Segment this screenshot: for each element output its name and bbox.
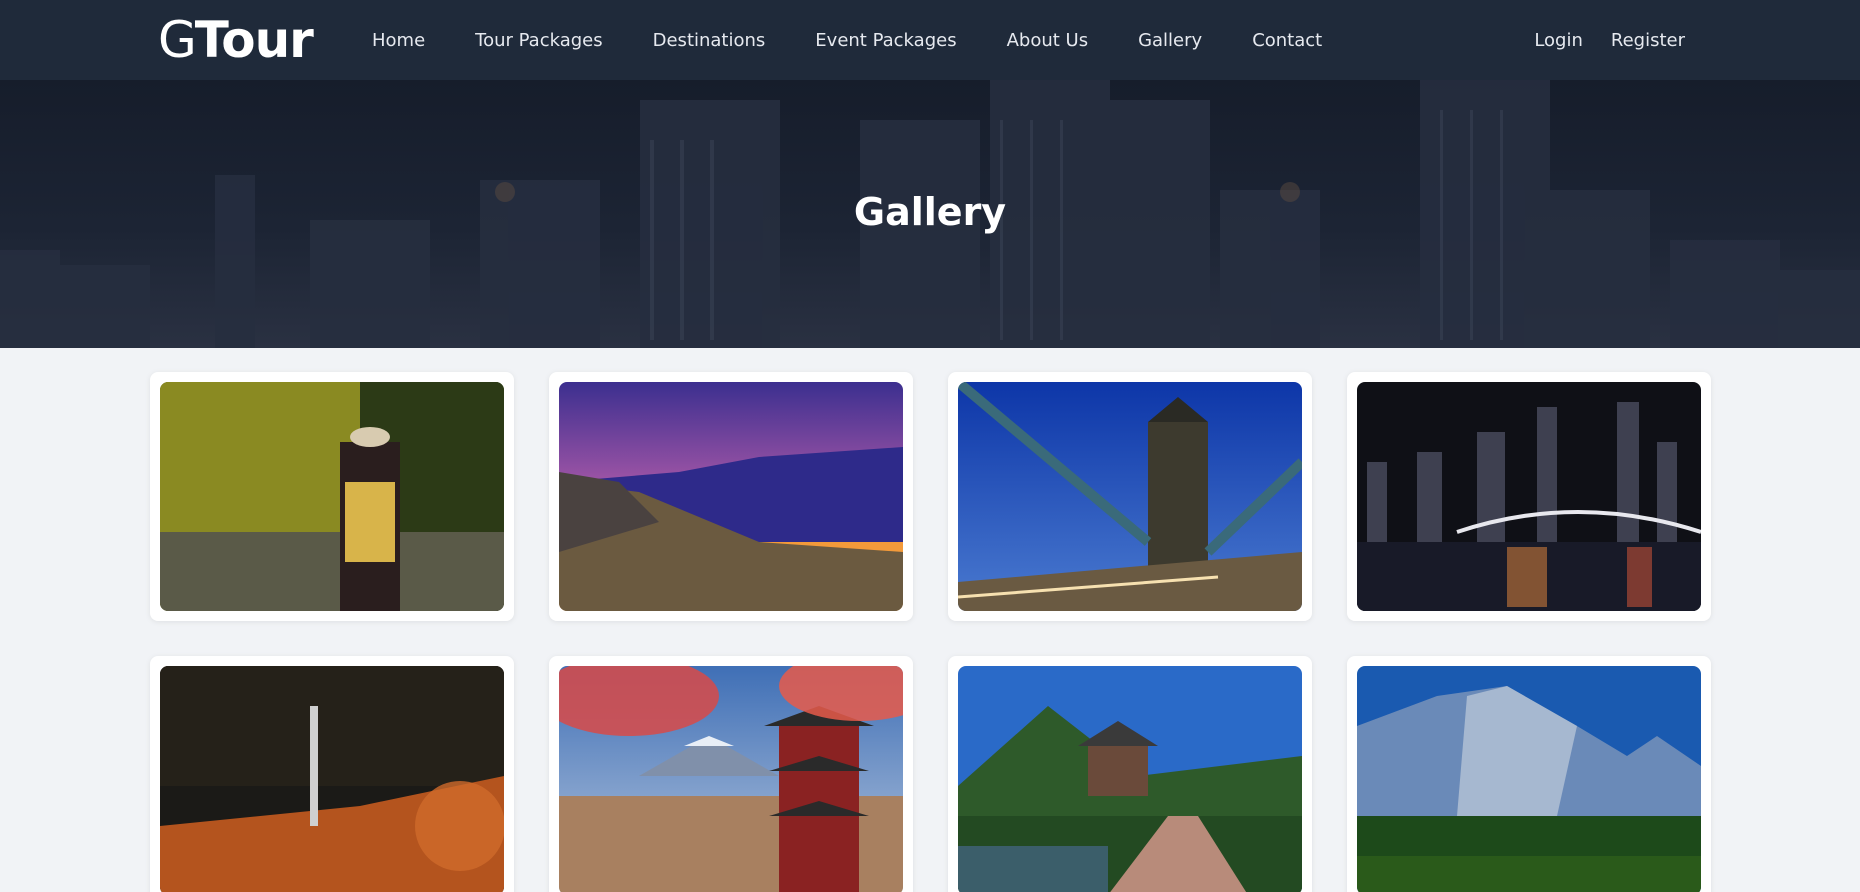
nav-item-home: Home (372, 30, 425, 51)
auth-links: Login Register (1506, 0, 1685, 80)
nav-item-tour-packages: Tour Packages (475, 30, 602, 51)
brand-logo[interactable]: G Tour (158, 10, 314, 70)
tower-bridge-photo (958, 382, 1302, 611)
mountain-sunset-photo (559, 382, 903, 611)
nav-link-event-packages[interactable]: Event Packages (815, 30, 956, 51)
gallery-card[interactable] (150, 372, 514, 621)
page-hero: Gallery (0, 80, 1860, 348)
yosemite-cliff-photo (1357, 666, 1701, 892)
gallery-card[interactable] (1347, 372, 1711, 621)
gallery-card[interactable] (549, 656, 913, 892)
nav-link-home[interactable]: Home (372, 30, 425, 51)
pagoda-mount-fuji-photo (559, 666, 903, 892)
logo-letter: G (158, 11, 197, 69)
gallery-card[interactable] (549, 372, 913, 621)
nav-item-contact: Contact (1252, 30, 1322, 51)
register-link[interactable]: Register (1611, 30, 1685, 51)
gallery-card[interactable] (948, 372, 1312, 621)
gallery-card[interactable] (948, 656, 1312, 892)
city-skyline-night-photo (1357, 382, 1701, 611)
main-nav: Home Tour Packages Destinations Event Pa… (372, 0, 1372, 80)
nav-item-destinations: Destinations (653, 30, 766, 51)
gallery-card[interactable] (1347, 656, 1711, 892)
autumn-waterfall-photo (160, 666, 504, 892)
korean-pavilion-photo (958, 666, 1302, 892)
top-navbar: G Tour Home Tour Packages Destinations E… (0, 0, 1860, 80)
page-title: Gallery (853, 190, 1007, 234)
nav-item-event-packages: Event Packages (815, 30, 956, 51)
nav-link-contact[interactable]: Contact (1252, 30, 1322, 51)
nav-link-tour-packages[interactable]: Tour Packages (475, 30, 602, 51)
hiker-forest-photo (160, 382, 504, 611)
login-link[interactable]: Login (1534, 30, 1583, 51)
nav-link-gallery[interactable]: Gallery (1138, 30, 1202, 51)
nav-item-about-us: About Us (1007, 30, 1089, 51)
nav-link-destinations[interactable]: Destinations (653, 30, 766, 51)
nav-link-about-us[interactable]: About Us (1007, 30, 1089, 51)
nav-item-gallery: Gallery (1138, 30, 1202, 51)
logo-word: Tour (194, 11, 314, 69)
gallery-grid (150, 372, 1711, 892)
gallery-card[interactable] (150, 656, 514, 892)
